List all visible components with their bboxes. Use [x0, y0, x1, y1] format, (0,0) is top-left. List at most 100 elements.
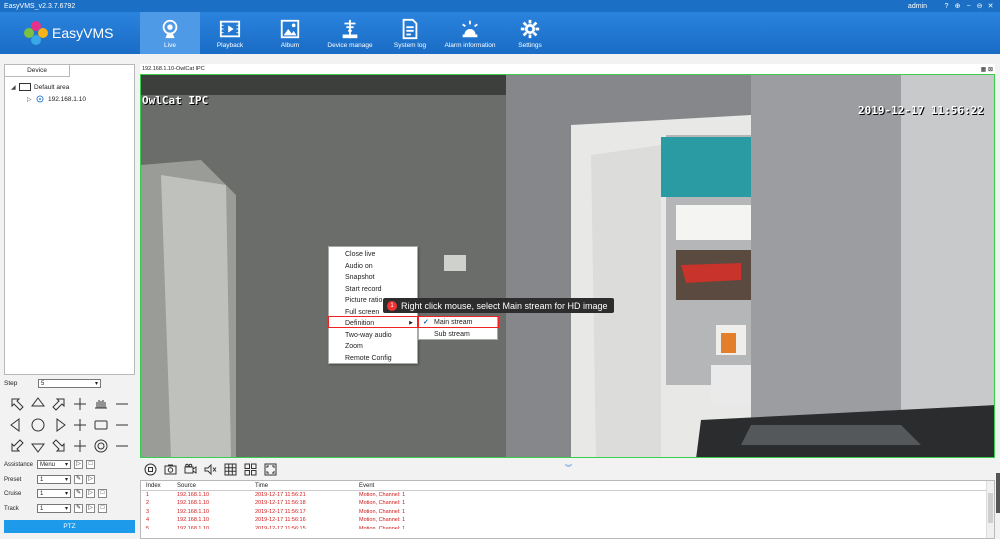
nav-live[interactable]: Live: [140, 12, 200, 54]
layout-4-button[interactable]: [240, 461, 260, 477]
focus-out-button[interactable]: [111, 414, 132, 435]
lock-button[interactable]: ⊕: [952, 2, 963, 10]
table-row[interactable]: 2 192.168.1.10 2019-12-17 11:56:18 Motio…: [141, 499, 994, 507]
camera-scene-image: [141, 75, 994, 457]
collapse-caret-icon[interactable]: ▷: [27, 96, 35, 103]
camera-icon: [164, 464, 176, 474]
plus-icon: [73, 418, 86, 431]
ptz-home-button[interactable]: [27, 414, 48, 435]
monitor-icon: [19, 83, 31, 91]
aperture-button[interactable]: [90, 414, 111, 435]
track-stop-button[interactable]: □: [98, 504, 107, 513]
preset-edit-button[interactable]: ✎: [74, 475, 83, 484]
ptz-down-button[interactable]: [27, 435, 48, 456]
table-row[interactable]: 3 192.168.1.10 2019-12-17 11:56:17 Motio…: [141, 508, 994, 516]
assistance-play-button[interactable]: ▷: [74, 460, 83, 469]
cruise-select[interactable]: 1 ▾: [37, 489, 71, 498]
iris-button[interactable]: [90, 435, 111, 456]
focus-near-button[interactable]: [90, 393, 111, 414]
zoom-in-button[interactable]: [69, 393, 90, 414]
nav-device-manage[interactable]: Device manage: [320, 12, 380, 54]
iris-close-button[interactable]: [111, 435, 132, 456]
chevron-down-icon: ▾: [64, 491, 68, 497]
step-select[interactable]: 5 ▾: [38, 379, 101, 388]
ptz-right-button[interactable]: [48, 414, 69, 435]
record-button[interactable]: [180, 461, 200, 477]
zoom-out-button[interactable]: [111, 393, 132, 414]
table-row[interactable]: 4 192.168.1.10 2019-12-17 11:56:16 Motio…: [141, 516, 994, 524]
table-row[interactable]: 5 192.168.1.10 2019-12-17 11:56:15 Motio…: [141, 525, 994, 529]
track-edit-button[interactable]: ✎: [74, 504, 83, 513]
ptz-direction-grid: [6, 393, 132, 456]
tree-root[interactable]: ◢ Default area: [11, 81, 86, 93]
nav-playback[interactable]: Playback: [200, 12, 260, 54]
siren-icon: [462, 20, 478, 37]
menu-snapshot[interactable]: Snapshot: [329, 272, 417, 284]
chevron-double-down-icon[interactable]: ︾: [565, 463, 572, 473]
video-camera-icon: [184, 463, 196, 474]
device-tree-icon: [342, 19, 358, 38]
instruction-tooltip: 1 Right click mouse, select Main stream …: [383, 298, 614, 313]
expand-caret-icon[interactable]: ◢: [11, 84, 19, 91]
plus-icon: [73, 439, 86, 452]
stop-all-button[interactable]: [140, 461, 160, 477]
restore-button[interactable]: ⊖: [974, 2, 985, 10]
title-bar: EasyVMS_v2.3.7.6792 admin ? ⊕ − ⊖ ✕: [0, 0, 1000, 12]
track-row: Track 1 ▾ ✎ ▷ □: [4, 504, 107, 513]
ptz-down-right-button[interactable]: [48, 435, 69, 456]
nav-settings[interactable]: Settings: [500, 12, 560, 54]
submenu-sub-stream[interactable]: Sub stream: [419, 329, 497, 341]
scrollbar-thumb[interactable]: [988, 493, 993, 523]
tree-item-device[interactable]: ▷ 192.168.1.10: [11, 93, 86, 105]
ptz-up-left-button[interactable]: [6, 393, 27, 414]
menu-zoom[interactable]: Zoom: [329, 341, 417, 353]
ptz-toggle-bar[interactable]: PTZ: [4, 520, 135, 533]
cruise-play-button[interactable]: ▷: [86, 489, 95, 498]
window-scrollbar[interactable]: [996, 473, 1000, 513]
live-video-view[interactable]: OwlCat IPC 2019-12-17 11:56:22: [140, 74, 995, 458]
arrow-up-icon: [30, 396, 45, 406]
nav-album[interactable]: Album: [260, 12, 320, 54]
close-button[interactable]: ✕: [985, 2, 996, 10]
ptz-down-left-button[interactable]: [6, 435, 27, 456]
nav-alarm-information[interactable]: Alarm information: [440, 12, 500, 54]
flower-logo-icon: [24, 21, 48, 45]
iris-open-button[interactable]: [69, 435, 90, 456]
ptz-up-button[interactable]: [27, 393, 48, 414]
mute-button[interactable]: [200, 461, 220, 477]
camera-device-icon: [36, 95, 44, 103]
track-play-button[interactable]: ▷: [86, 504, 95, 513]
table-scrollbar[interactable]: [986, 481, 994, 538]
menu-audio-on[interactable]: Audio on: [329, 261, 417, 273]
assistance-stop-button[interactable]: □: [86, 460, 95, 469]
ptz-up-right-button[interactable]: [48, 393, 69, 414]
preset-go-button[interactable]: ▷: [86, 475, 95, 484]
table-row[interactable]: 1 192.168.1.10 2019-12-17 11:56:21 Motio…: [141, 491, 994, 499]
target-icon: [94, 439, 107, 452]
nav-system-log[interactable]: System log: [380, 12, 440, 54]
track-select[interactable]: 1 ▾: [37, 504, 71, 513]
cruise-stop-button[interactable]: □: [98, 489, 107, 498]
snapshot-button[interactable]: [160, 461, 180, 477]
preset-row: Preset 1 ▾ ✎ ▷: [4, 475, 95, 484]
table-header: Index Source Time Event: [141, 481, 994, 491]
webcam-icon: [162, 19, 178, 38]
preset-select[interactable]: 1 ▾: [37, 475, 71, 484]
help-button[interactable]: ?: [941, 3, 952, 10]
minimize-button[interactable]: −: [963, 3, 974, 10]
cruise-edit-button[interactable]: ✎: [74, 489, 83, 498]
layout-9-button[interactable]: [220, 461, 240, 477]
focus-in-button[interactable]: [69, 414, 90, 435]
tab-device[interactable]: Device: [5, 65, 70, 77]
menu-remote-config[interactable]: Remote Config: [329, 353, 417, 365]
menu-close-live[interactable]: Close live: [329, 249, 417, 261]
fullscreen-button[interactable]: [260, 461, 280, 477]
ptz-left-button[interactable]: [6, 414, 27, 435]
picture-icon: [280, 19, 300, 38]
chevron-down-icon: ▾: [64, 477, 68, 483]
assistance-select[interactable]: Menu ▾: [37, 460, 71, 469]
menu-start-record[interactable]: Start record: [329, 284, 417, 296]
user-name[interactable]: admin: [908, 3, 927, 10]
arrow-down-left-icon: [11, 438, 24, 451]
menu-two-way-audio[interactable]: Two-way audio: [329, 330, 417, 342]
